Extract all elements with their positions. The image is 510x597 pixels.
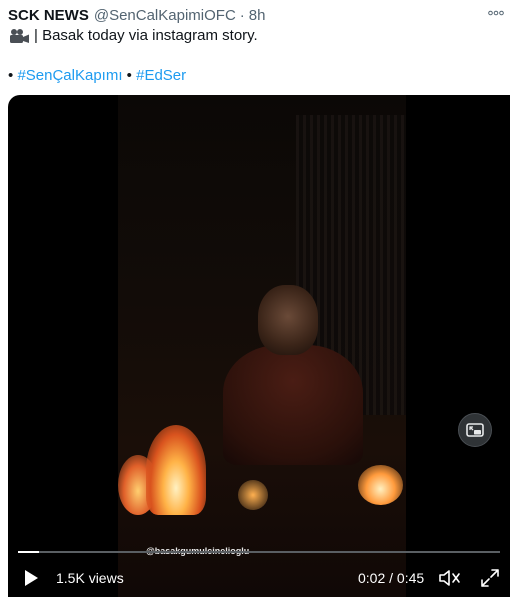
picture-in-picture-icon[interactable] xyxy=(458,413,492,447)
video-player[interactable]: @basakgumulcinelioglu 1.5K views 0:02 / … xyxy=(8,95,510,597)
play-icon[interactable] xyxy=(20,567,42,589)
video-timecode: 0:02 / 0:45 xyxy=(358,570,425,586)
tweet-time[interactable]: 8h xyxy=(249,7,266,24)
video-frame xyxy=(118,95,406,597)
more-options-icon[interactable] xyxy=(486,6,506,20)
hashtag-bullet: • xyxy=(8,67,14,84)
author-name[interactable]: SCK NEWS xyxy=(8,7,89,24)
tweet-header: SCK NEWS @SenCalKapimiOFC · 8h xyxy=(8,6,265,24)
tweet-text: | Basak today via instagram story. xyxy=(8,27,258,44)
tweet: SCK NEWS @SenCalKapimiOFC · 8h | Basak t… xyxy=(0,0,510,597)
video-camera-icon xyxy=(8,28,32,44)
video-progress-fill xyxy=(18,551,40,553)
person-head xyxy=(258,285,318,355)
video-controls: 1.5K views 0:02 / 0:45 xyxy=(8,563,510,593)
volume-icon[interactable] xyxy=(438,566,462,590)
author-handle[interactable]: @SenCalKapimiOFC xyxy=(94,7,236,24)
separator-dot: · xyxy=(239,6,245,24)
video-progress-bar[interactable] xyxy=(18,551,500,553)
tweet-text-content: | Basak today via instagram story. xyxy=(34,27,258,44)
fullscreen-icon[interactable] xyxy=(478,566,502,590)
view-count: 1.5K views xyxy=(56,570,124,586)
fire-flame xyxy=(238,480,268,510)
hashtag-link[interactable]: #SenÇalKapımı xyxy=(17,67,122,84)
hashtag-bullet: • xyxy=(126,67,132,84)
hashtag-link[interactable]: #EdSer xyxy=(136,67,186,84)
fire-flame xyxy=(358,465,403,505)
person-body xyxy=(223,345,363,465)
fire-flame xyxy=(146,425,206,515)
hashtag-line: • #SenÇalKapımı • #EdSer xyxy=(8,67,186,84)
